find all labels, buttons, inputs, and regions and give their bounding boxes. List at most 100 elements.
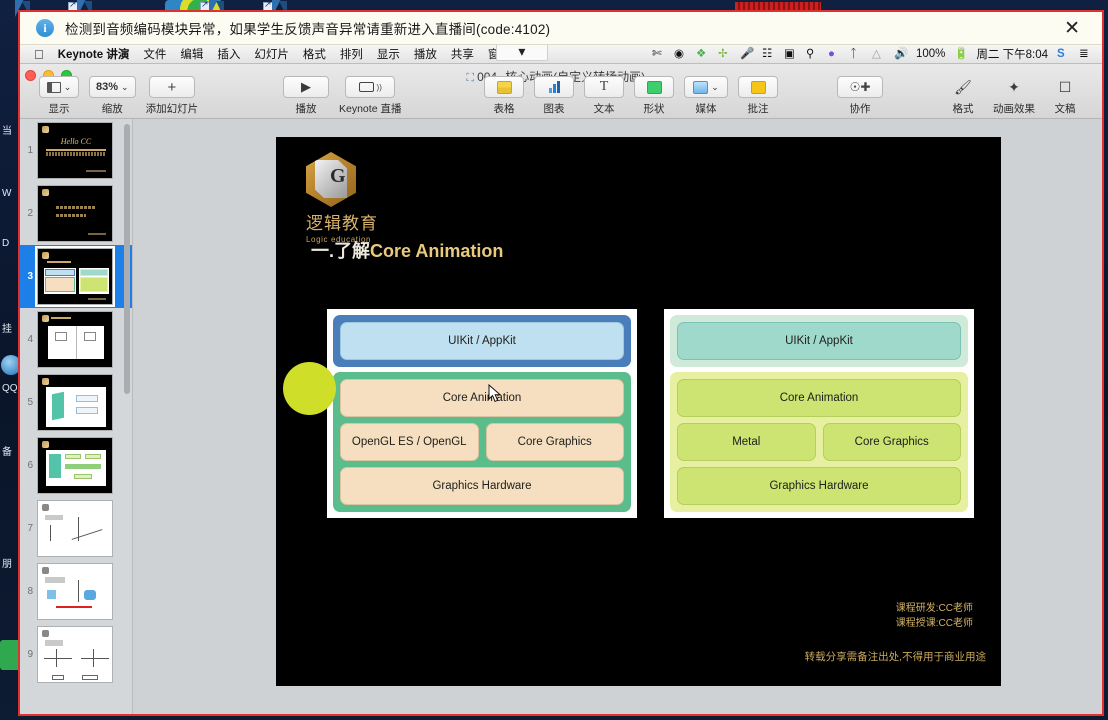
diagram-ios-legacy-stack[interactable]: UIKit / AppKit Core Animation OpenGL ES … bbox=[327, 309, 637, 518]
slide-thumbnail-4[interactable]: 4 bbox=[20, 308, 132, 371]
xmind-icon[interactable]: ✢ bbox=[718, 48, 731, 61]
display-icon bbox=[358, 82, 374, 92]
slide-number: 6 bbox=[27, 460, 33, 471]
chart-button[interactable]: 图表 bbox=[534, 76, 574, 116]
panel-icon bbox=[46, 81, 61, 93]
menu-bar-status-area: ✄ ◉ ❖ ✢ 🎤 ☷ ▣ ⚲ ● ᛏ △ 🔊 100% 🔋 周二 下午8:04… bbox=[643, 46, 1092, 62]
notification-center-icon[interactable]: ≣ bbox=[1079, 48, 1092, 61]
slide-thumbnail-9[interactable]: 9 bbox=[20, 623, 132, 686]
graphics-stack-box: Core Animation OpenGL ES / OpenGL Core G… bbox=[333, 372, 631, 512]
menu-item-view[interactable]: 显示 bbox=[377, 46, 400, 62]
navigator-scrollbar[interactable] bbox=[124, 124, 130, 394]
slide-preview bbox=[37, 311, 113, 368]
info-icon: i bbox=[36, 19, 54, 37]
collaborate-button[interactable]: ☉✚ 协作 bbox=[837, 76, 883, 116]
slide-thumbnail-3[interactable]: 3 bbox=[20, 245, 132, 308]
slide-canvas-area[interactable]: G 逻辑教育 Logic education 一.了解Core Animatio… bbox=[133, 119, 1102, 714]
collaborate-button-label: 协作 bbox=[849, 103, 871, 115]
core-animation-label: Core Animation bbox=[677, 379, 961, 417]
plus-icon: + bbox=[167, 78, 177, 96]
menu-item-keynote[interactable]: Keynote 讲演 bbox=[58, 46, 130, 62]
uikit-label: UIKit / AppKit bbox=[677, 322, 961, 360]
graphics-stack-box: Core Animation Metal Core Graphics Graph… bbox=[670, 372, 968, 512]
zoom-button-label: 缩放 bbox=[101, 103, 123, 115]
media-icon bbox=[693, 80, 709, 94]
evernote-icon[interactable]: ❖ bbox=[696, 48, 709, 61]
slide-preview bbox=[35, 246, 115, 307]
wifi-icon[interactable]: △ bbox=[872, 48, 885, 61]
keynote-live-button-label: Keynote 直播 bbox=[339, 103, 402, 115]
taskbar-app-icon[interactable] bbox=[1, 355, 21, 375]
table-button[interactable]: 表格 bbox=[484, 76, 524, 116]
clock-label[interactable]: 周二 下午8:04 bbox=[976, 46, 1048, 62]
view-button[interactable]: ⌄ 显示 bbox=[39, 76, 79, 116]
slide-title[interactable]: 一.了解Core Animation bbox=[311, 237, 503, 263]
menu-item-play[interactable]: 播放 bbox=[414, 46, 437, 62]
grid-icon[interactable]: ☷ bbox=[762, 48, 775, 61]
slide-credits: 课程研发:CC老师 课程授课:CC老师 bbox=[896, 601, 973, 631]
text-button[interactable]: T 文本 bbox=[584, 76, 624, 116]
screenshot-icon[interactable]: ▣ bbox=[784, 48, 797, 61]
menu-item-format[interactable]: 格式 bbox=[303, 46, 326, 62]
battery-icon[interactable]: 🔋 bbox=[954, 48, 968, 61]
sogou-icon[interactable]: S bbox=[1057, 48, 1070, 61]
slide-title-cn: 一.了解 bbox=[311, 241, 371, 261]
slide-number: 7 bbox=[27, 523, 33, 534]
slide-thumbnail-7[interactable]: 7 bbox=[20, 497, 132, 560]
notification-message: 检测到音频编码模块异常，如果学生反馈声音异常请重新进入直播间(code:4102… bbox=[65, 22, 551, 37]
play-icon: ▶ bbox=[301, 79, 311, 94]
animate-button-label: 动画效果 bbox=[993, 103, 1035, 115]
siri-icon[interactable]: ● bbox=[828, 48, 841, 61]
animate-button[interactable]: ✦ 动画效果 bbox=[993, 76, 1035, 116]
zoom-button[interactable]: 83% ⌄ 缩放 bbox=[89, 76, 136, 116]
microphone-icon[interactable]: 🎤 bbox=[740, 48, 754, 61]
menu-item-insert[interactable]: 插入 bbox=[217, 46, 240, 62]
slide-preview bbox=[37, 500, 113, 557]
menu-item-arrange[interactable]: 排列 bbox=[340, 46, 363, 62]
menu-item-window[interactable]: 窗口 ▾ bbox=[488, 41, 548, 62]
document-button[interactable]: ☐ 文稿 bbox=[1045, 76, 1085, 116]
uikit-outer-box: UIKit / AppKit bbox=[333, 315, 631, 367]
play-button[interactable]: ▶ 播放 bbox=[283, 76, 329, 116]
search-icon[interactable]: ⚲ bbox=[806, 48, 819, 61]
slide-number: 8 bbox=[27, 586, 33, 597]
menu-item-slide[interactable]: 幻灯片 bbox=[254, 46, 289, 62]
add-slide-button[interactable]: + 添加幻灯片 bbox=[146, 76, 198, 116]
graphics-api-row: OpenGL ES / OpenGL Core Graphics bbox=[340, 423, 624, 461]
bluetooth-icon[interactable]: ᛏ bbox=[850, 48, 863, 61]
format-button[interactable]: 🖌 格式 bbox=[943, 76, 983, 116]
highlight-circle-annotation bbox=[283, 362, 336, 415]
menu-item-share[interactable]: 共享 bbox=[451, 46, 474, 62]
slide-thumbnail-5[interactable]: 5 bbox=[20, 371, 132, 434]
format-button-label: 格式 bbox=[952, 103, 974, 115]
slide-thumbnail-2[interactable]: 2 bbox=[20, 182, 132, 245]
slide-preview bbox=[37, 626, 113, 683]
core-animation-label: Core Animation bbox=[340, 379, 624, 417]
keynote-body: 1 Hello CC 2 3 4 5 6 7 8 9 G 逻辑教育 Logic … bbox=[20, 119, 1102, 714]
diagram-ios-metal-stack[interactable]: UIKit / AppKit Core Animation Metal Core… bbox=[664, 309, 974, 518]
menu-item-file[interactable]: 文件 bbox=[143, 46, 166, 62]
taskbar-green-icon[interactable] bbox=[0, 640, 22, 670]
close-icon[interactable]: ✕ bbox=[1064, 17, 1080, 40]
slide-copyright-notice: 转载分享需备注出处,不得用于商业用途 bbox=[804, 651, 986, 663]
play-button-label: 播放 bbox=[295, 103, 317, 115]
media-button[interactable]: ⌄ 媒体 bbox=[684, 76, 728, 116]
chart-button-label: 图表 bbox=[543, 103, 565, 115]
slide-thumbnail-8[interactable]: 8 bbox=[20, 560, 132, 623]
person-add-icon: ☉✚ bbox=[849, 80, 871, 94]
notification-bar: i 检测到音频编码模块异常，如果学生反馈声音异常请重新进入直播间(code:41… bbox=[20, 12, 1102, 45]
slide-thumbnail-1[interactable]: 1 Hello CC bbox=[20, 119, 132, 182]
record-icon[interactable]: ◉ bbox=[674, 48, 687, 61]
slide-thumbnail-6[interactable]: 6 bbox=[20, 434, 132, 497]
chart-icon bbox=[548, 81, 560, 93]
slide-navigator[interactable]: 1 Hello CC 2 3 4 5 6 7 8 9 bbox=[20, 119, 133, 714]
menu-item-edit[interactable]: 编辑 bbox=[180, 46, 203, 62]
shape-button[interactable]: 形状 bbox=[634, 76, 674, 116]
apple-logo-icon[interactable]:  bbox=[34, 47, 44, 62]
keynote-live-button[interactable]: )) Keynote 直播 bbox=[339, 76, 401, 116]
current-slide[interactable]: G 逻辑教育 Logic education 一.了解Core Animatio… bbox=[276, 137, 1001, 686]
volume-icon[interactable]: 🔊 bbox=[894, 48, 908, 61]
media-button-label: 媒体 bbox=[695, 103, 717, 115]
comment-button[interactable]: 批注 bbox=[738, 76, 778, 116]
scissors-icon[interactable]: ✄ bbox=[652, 48, 665, 61]
